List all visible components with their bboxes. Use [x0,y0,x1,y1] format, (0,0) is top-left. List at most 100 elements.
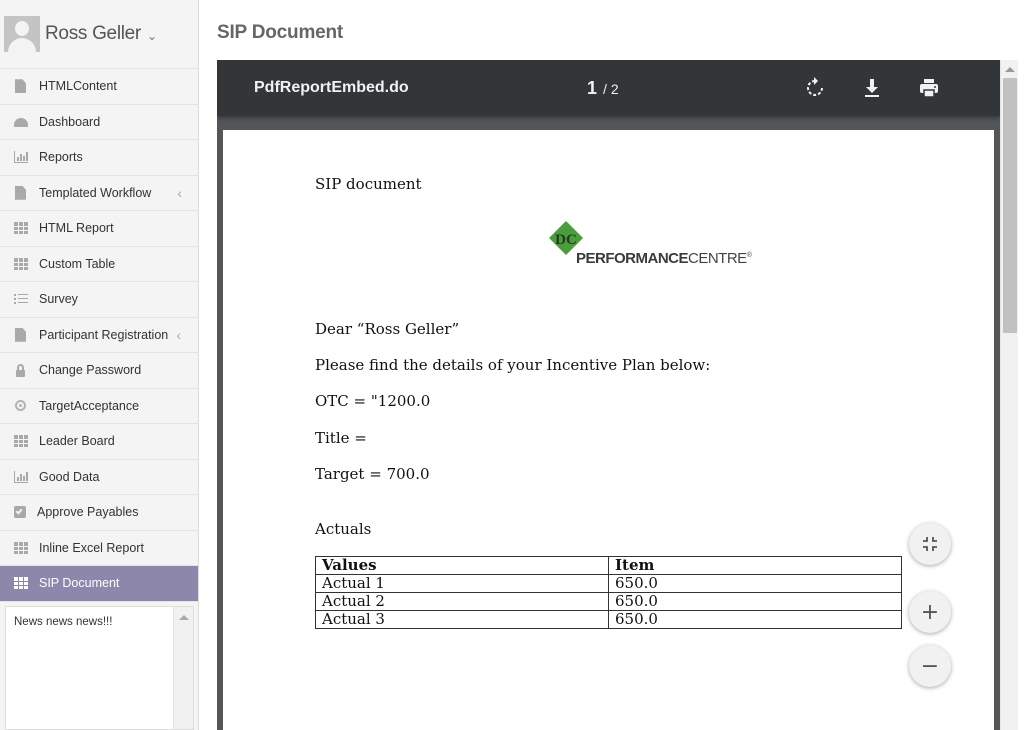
news-scrollbar[interactable] [173,607,193,729]
sidebar-item-label: HTML Report [39,221,114,236]
sidebar-item-templated-workflow[interactable]: Templated Workflow ‹ [0,176,198,211]
sidebar-item-good-data[interactable]: Good Data [0,460,198,495]
sidebar-item-html-report[interactable]: HTML Report [0,211,198,247]
grid-icon [14,435,28,448]
table-header-row: Values Item [315,556,902,575]
print-button[interactable] [917,76,941,100]
scroll-up-icon[interactable] [1005,67,1015,72]
sidebar-item-change-password[interactable]: Change Password [0,353,198,389]
sidebar-item-approve-payables[interactable]: Approve Payables [0,495,198,531]
otc-line: OTC = "1200.0 [315,392,431,410]
list-icon [14,292,28,306]
print-icon [920,79,938,98]
sidebar-item-label: Leader Board [39,434,115,449]
page-scrollbar[interactable] [1000,60,1018,730]
minus-icon: − [920,653,940,679]
total-pages: 2 [610,81,619,97]
table-cell: Actual 1 [315,574,609,593]
sidebar-item-reports[interactable]: Reports [0,140,198,176]
table-row: Actual 2 650.0 [315,592,902,611]
sidebar-item-survey[interactable]: Survey [0,282,198,318]
document-icon [15,79,26,94]
user-menu[interactable]: Ross Geller ⌄ [0,0,198,69]
sidebar-item-dashboard[interactable]: Dashboard [0,105,198,140]
target-icon [15,400,26,412]
sidebar-item-leader-board[interactable]: Leader Board [0,424,198,460]
sidebar: Ross Geller ⌄ HTMLContent Dashboard Repo… [0,0,199,730]
dashboard-icon [14,118,28,128]
checkbox-icon [14,506,26,519]
pdf-page: SIP document DC PERFORMANCECENTRE® Dear … [223,130,994,730]
sidebar-item-label: Dashboard [39,114,101,129]
lock-icon [16,363,25,378]
plus-icon: + [920,599,940,625]
table-row: Actual 1 650.0 [315,574,902,593]
document-heading: SIP document [315,175,422,193]
sidebar-item-htmlcontent[interactable]: HTMLContent [0,69,198,105]
table-cell: Actual 3 [315,610,609,629]
greeting-line: Dear “Ross Geller” [315,320,460,338]
sidebar-item-targetacceptance[interactable]: TargetAcceptance [0,389,198,424]
user-name: Ross Geller [45,23,141,44]
chevron-left-icon: ‹ [176,326,181,343]
document-icon [15,185,26,200]
scrollbar-thumb[interactable] [1003,78,1017,333]
logo-text: PERFORMANCECENTRE® [576,250,752,267]
sidebar-item-label: SIP Document [39,576,120,591]
grid-icon [14,541,28,554]
sidebar-item-label: Survey [39,292,78,307]
page-separator: / [603,81,607,97]
scroll-up-icon[interactable] [179,615,189,620]
download-icon [865,79,879,97]
rotate-button[interactable] [803,76,827,100]
sidebar-item-custom-table[interactable]: Custom Table [0,247,198,282]
sidebar-nav: HTMLContent Dashboard Reports Templated … [0,69,198,602]
actuals-table: Values Item Actual 1 650.0 Actual 2 650.… [315,556,902,629]
table-cell: 650.0 [608,574,902,593]
table-row: Actual 3 650.0 [315,610,902,629]
sidebar-item-label: Templated Workflow [39,185,152,200]
avatar [4,16,40,52]
document-icon [15,327,26,342]
grid-icon [14,222,28,235]
sidebar-item-label: Inline Excel Report [39,540,144,555]
table-cell: Actual 2 [315,592,609,611]
current-page[interactable]: 1 [587,78,597,98]
sidebar-item-label: HTMLContent [39,79,117,94]
svg-text:DC: DC [555,232,577,248]
bar-chart-icon [14,151,28,164]
chevron-left-icon: ‹ [177,184,182,201]
pdf-toolbar: PdfReportEmbed.do 1 /2 [217,60,1000,116]
sidebar-item-inline-excel-report[interactable]: Inline Excel Report [0,531,198,566]
column-header-values: Values [315,556,609,575]
sidebar-item-sip-document[interactable]: SIP Document [0,566,198,602]
rotate-icon [807,77,823,96]
sidebar-item-label: Change Password [39,363,142,378]
app-window: Ross Geller ⌄ HTMLContent Dashboard Repo… [0,0,1024,730]
table-cell: 650.0 [608,610,902,629]
actuals-heading: Actuals [315,520,372,538]
download-button[interactable] [860,76,884,100]
intro-line: Please find the details of your Incentiv… [315,356,711,374]
company-logo: DC PERFORMANCECENTRE® [548,220,752,270]
page-indicator: 1 /2 [587,78,619,99]
table-cell: 650.0 [608,592,902,611]
page-title: SIP Document [217,22,344,43]
pdf-filename: PdfReportEmbed.do [254,79,409,96]
sidebar-item-participant-registration[interactable]: Participant Registration ‹ [0,318,198,353]
sidebar-item-label: Reports [39,150,83,165]
sidebar-item-label: Custom Table [39,256,116,271]
sidebar-item-label: Approve Payables [37,505,139,520]
sidebar-item-label: TargetAcceptance [39,398,140,413]
sidebar-item-label: Good Data [39,469,100,484]
fit-to-page-button[interactable] [909,523,951,565]
fit-to-page-icon [923,537,937,551]
zoom-in-button[interactable]: + [909,591,951,633]
target-line: Target = 700.0 [315,465,430,483]
news-panel[interactable]: News news news!!! [5,606,194,730]
zoom-out-button[interactable]: − [909,645,951,687]
news-text: News news news!!! [14,616,113,628]
bar-chart-icon [14,470,28,483]
chevron-down-icon: ⌄ [146,29,158,43]
grid-icon [14,257,28,270]
